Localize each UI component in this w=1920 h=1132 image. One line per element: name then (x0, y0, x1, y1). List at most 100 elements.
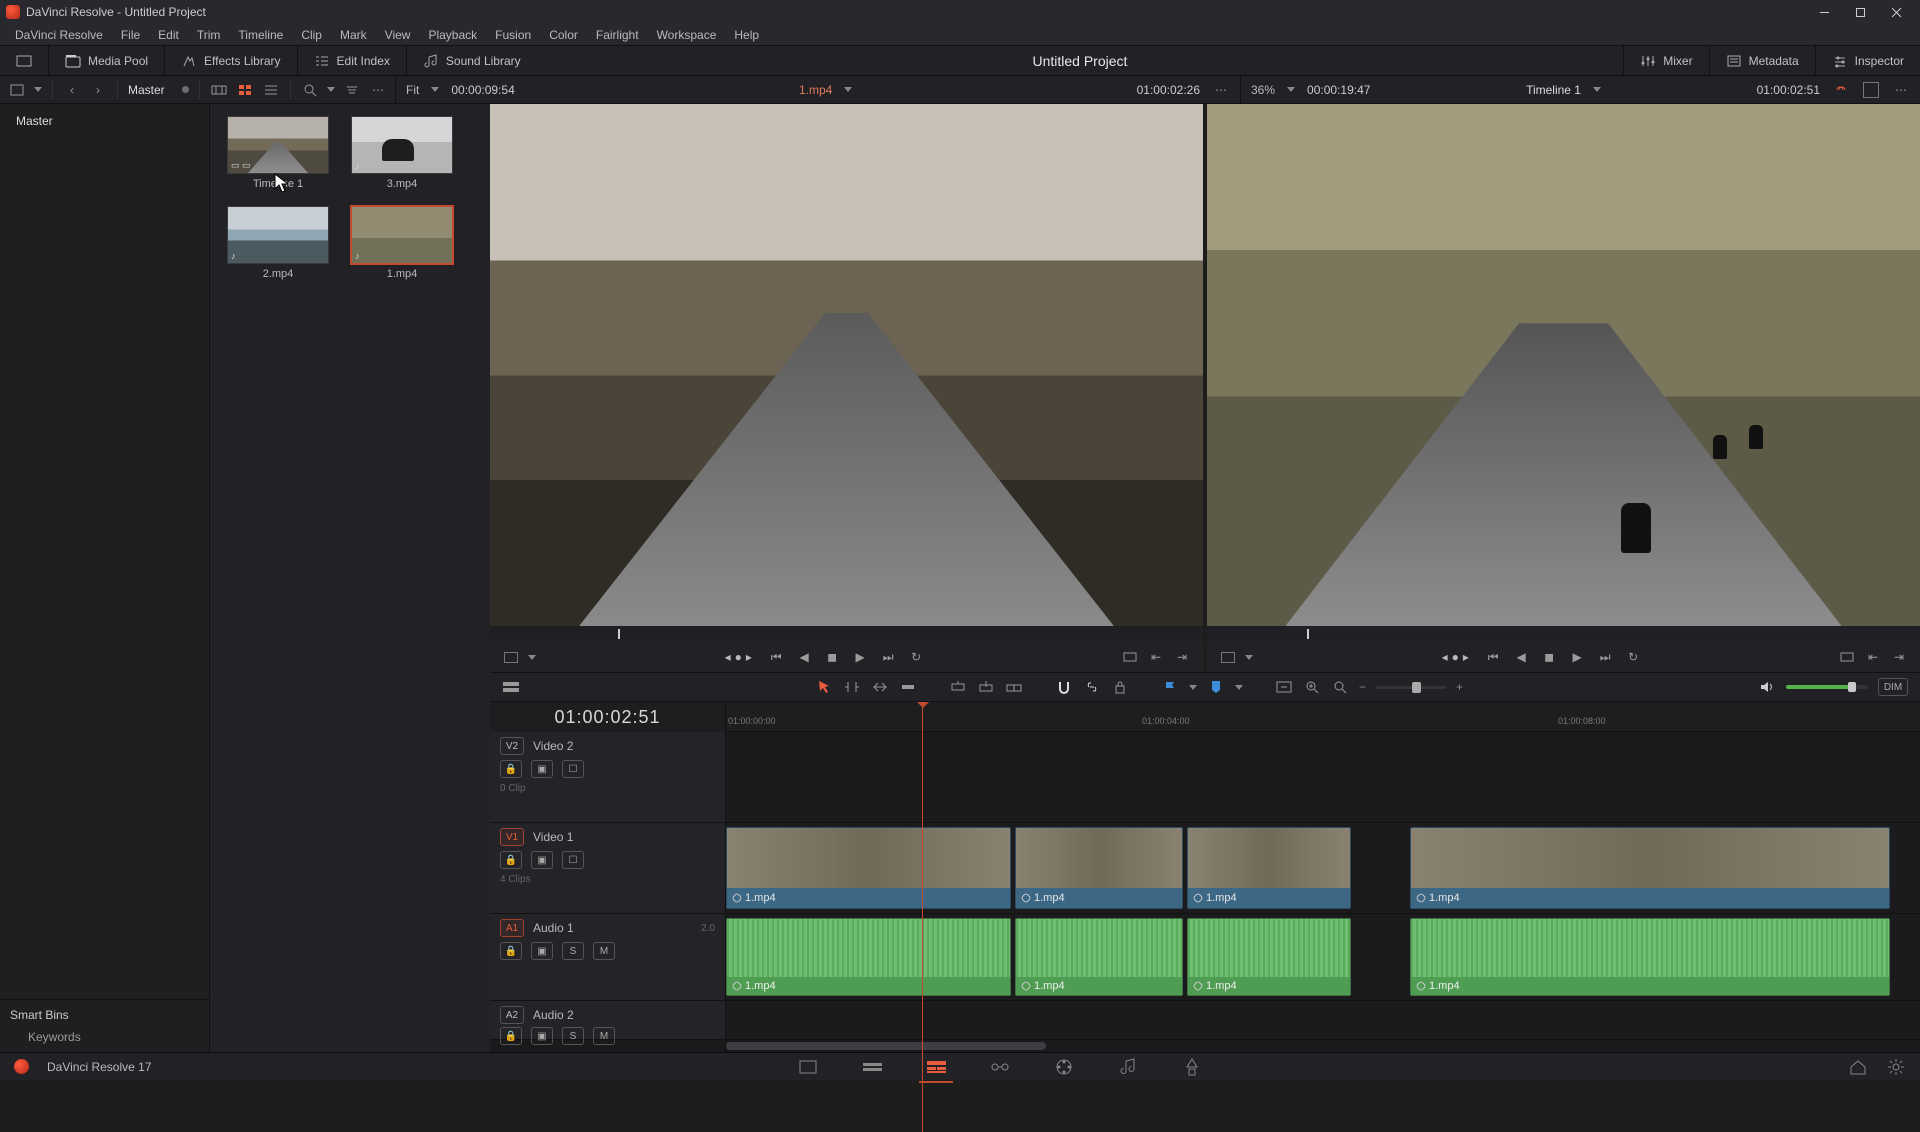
track-lock-icon[interactable]: 🔒 (500, 942, 522, 960)
timeline-zoom-value[interactable]: 36% (1251, 83, 1275, 97)
fit-caret-icon[interactable] (431, 87, 439, 92)
mute-button[interactable]: M (593, 942, 615, 960)
audio-clip[interactable]: 1.mp4 (1015, 918, 1183, 996)
list-view-icon[interactable] (262, 81, 280, 99)
source-clip-caret-icon[interactable] (844, 87, 852, 92)
zoom-to-fit-icon[interactable] (1275, 678, 1293, 696)
tl-go-in-icon[interactable]: ⇤ (1864, 648, 1882, 666)
match-frame-icon[interactable] (502, 648, 520, 666)
audio-clip[interactable]: 1.mp4 (726, 918, 1011, 996)
lane-v2[interactable] (726, 732, 1920, 822)
search-dropdown-icon[interactable] (327, 87, 335, 92)
fullscreen-icon[interactable] (10, 51, 38, 71)
home-icon[interactable] (1848, 1057, 1868, 1077)
smart-bin-keywords[interactable]: Keywords (10, 1030, 199, 1044)
insert-clip-icon[interactable] (949, 678, 967, 696)
menu-view[interactable]: View (376, 26, 420, 44)
gang-icon[interactable] (1832, 81, 1850, 99)
timeline-name[interactable]: Timeline 1 (1526, 83, 1581, 97)
in-arrow-icon[interactable]: ◂ (725, 650, 731, 664)
timeline-view-icon[interactable] (502, 678, 520, 696)
auto-select-icon[interactable]: ▣ (531, 1027, 553, 1045)
tl-prev-clip-icon[interactable]: ⏮ (1484, 648, 1502, 666)
fairlight-page-icon[interactable] (1118, 1057, 1138, 1077)
custom-zoom-icon[interactable] (1331, 678, 1349, 696)
video-clip[interactable]: 1.mp4 (726, 827, 1011, 909)
solo-button[interactable]: S (562, 1027, 584, 1045)
menu-playback[interactable]: Playback (419, 26, 486, 44)
marker-caret-icon[interactable] (1235, 685, 1243, 690)
timeline-scrubber[interactable] (1207, 626, 1920, 642)
source-options-icon[interactable]: ⋯ (1212, 81, 1230, 99)
dim-button[interactable]: DIM (1878, 678, 1908, 696)
tl-play-icon[interactable]: ▶ (1568, 648, 1586, 666)
zoom-minus-icon[interactable]: − (1359, 680, 1366, 694)
tl-loop-icon[interactable]: ↻ (1624, 648, 1642, 666)
source-clip-name[interactable]: 1.mp4 (799, 83, 832, 97)
track-chip-v2[interactable]: V2 (500, 737, 524, 755)
step-back-icon[interactable]: ◀ (795, 648, 813, 666)
project-settings-icon[interactable] (1886, 1057, 1906, 1077)
link-icon[interactable] (1083, 678, 1101, 696)
audio-clip[interactable]: 1.mp4 (1187, 918, 1351, 996)
tl-mf-caret-icon[interactable] (1245, 655, 1253, 660)
source-scrubber[interactable] (490, 626, 1203, 642)
blade-tool-icon[interactable] (899, 678, 917, 696)
flag-icon[interactable] (1161, 678, 1179, 696)
timeline-zoom-slider[interactable] (1376, 686, 1446, 689)
auto-select-icon[interactable]: ▣ (531, 942, 553, 960)
marker-icon[interactable] (1207, 678, 1225, 696)
go-in-icon[interactable]: ⇤ (1147, 648, 1165, 666)
media-item-3mp4[interactable]: ♪ 3.mp4 (348, 116, 456, 190)
track-lock-icon[interactable]: 🔒 (500, 1027, 522, 1045)
cut-page-icon[interactable] (862, 1057, 882, 1077)
track-disable-icon[interactable]: ☐ (562, 760, 584, 778)
media-page-icon[interactable] (798, 1057, 818, 1077)
source-fit-dropdown[interactable]: Fit (406, 83, 419, 97)
color-page-icon[interactable] (1054, 1057, 1074, 1077)
timeline-viewer[interactable] (1207, 104, 1920, 626)
loop-icon[interactable]: ↻ (907, 648, 925, 666)
video-clip[interactable]: 1.mp4 (1187, 827, 1351, 909)
menu-davinci[interactable]: DaVinci Resolve (6, 26, 112, 44)
mixer-button[interactable]: Mixer (1634, 49, 1698, 73)
bin-breadcrumb[interactable]: Master (128, 83, 165, 97)
menu-fusion[interactable]: Fusion (486, 26, 540, 44)
mf-caret-icon[interactable] (528, 655, 536, 660)
volume-slider[interactable] (1786, 685, 1868, 689)
fusion-page-icon[interactable] (990, 1057, 1010, 1077)
play-icon[interactable]: ▶ (851, 648, 869, 666)
media-item-1mp4[interactable]: ♪ 1.mp4 (348, 206, 456, 280)
smart-bins-header[interactable]: Smart Bins (10, 1008, 199, 1022)
tl-matchframe-icon[interactable] (1219, 648, 1237, 666)
single-viewer-icon[interactable] (1862, 81, 1880, 99)
stop-icon[interactable]: ◼ (823, 648, 841, 666)
lock-icon[interactable] (1111, 678, 1129, 696)
track-chip-a2[interactable]: A2 (500, 1006, 524, 1024)
timeline-ruler[interactable]: 01:00:00:00 01:00:04:00 01:00:08:00 (726, 702, 1920, 732)
menu-edit[interactable]: Edit (149, 26, 188, 44)
media-pool-button[interactable]: Media Pool (59, 49, 154, 73)
bin-view-icon[interactable] (8, 81, 26, 99)
tl-go-out-icon[interactable]: ⇥ (1890, 648, 1908, 666)
track-lock-icon[interactable]: 🔒 (500, 760, 522, 778)
dynamic-trim-icon[interactable] (871, 678, 889, 696)
selection-tool-icon[interactable] (815, 678, 833, 696)
source-viewer[interactable] (490, 104, 1203, 626)
track-chip-a1[interactable]: A1 (500, 919, 524, 937)
filmstrip-view-icon[interactable] (210, 81, 228, 99)
lane-v1[interactable]: 1.mp41.mp41.mp41.mp4 (726, 823, 1920, 913)
flag-caret-icon[interactable] (1189, 685, 1197, 690)
menu-workspace[interactable]: Workspace (648, 26, 726, 44)
detail-zoom-icon[interactable] (1303, 678, 1321, 696)
nav-back-icon[interactable]: ‹ (63, 81, 81, 99)
replace-clip-icon[interactable] (1005, 678, 1023, 696)
track-chip-v1[interactable]: V1 (500, 828, 524, 846)
thumbnail-view-icon[interactable] (236, 81, 254, 99)
trim-tool-icon[interactable] (843, 678, 861, 696)
snapping-icon[interactable] (1055, 678, 1073, 696)
effects-library-button[interactable]: Effects Library (175, 49, 286, 73)
edit-page-icon[interactable] (926, 1057, 946, 1077)
tl-in-arrow-icon[interactable]: ◂ (1442, 650, 1448, 664)
tl-stop-icon[interactable]: ◼ (1540, 648, 1558, 666)
